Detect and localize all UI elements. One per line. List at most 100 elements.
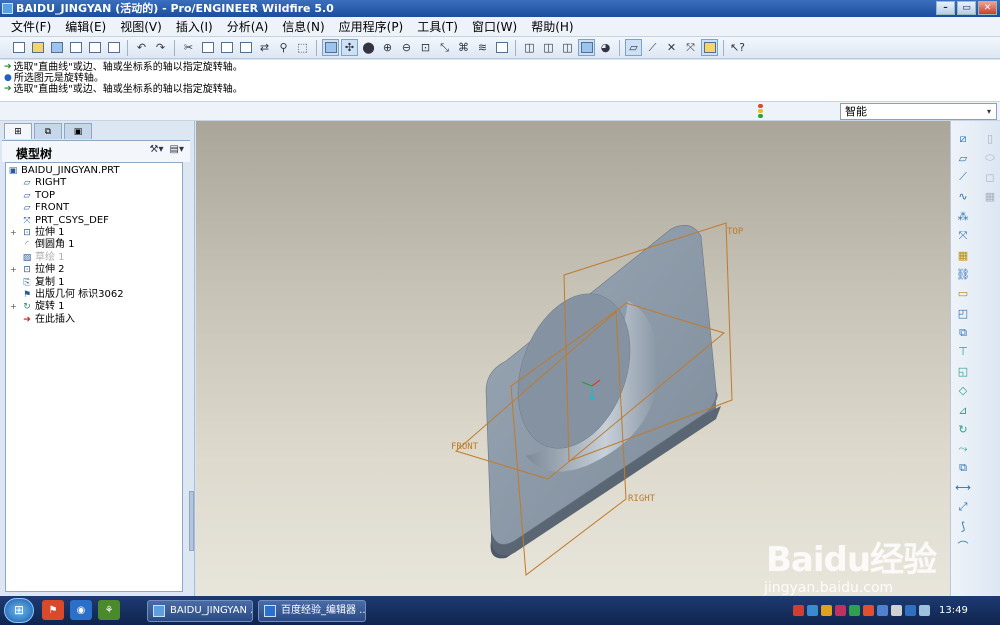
wireframe-icon[interactable]: ◫: [521, 39, 538, 56]
tree-node[interactable]: ◜ 倒圆角 1: [6, 239, 182, 251]
tree-node[interactable]: + ⊡ 拉伸 2: [6, 264, 182, 276]
maximize-button[interactable]: ▭: [957, 1, 976, 15]
expand-toggle-icon[interactable]: +: [10, 301, 18, 313]
find-icon[interactable]: ⚲: [275, 39, 292, 56]
cut-icon[interactable]: ✂: [180, 39, 197, 56]
undo-icon[interactable]: ↶: [133, 39, 150, 56]
panel-splitter[interactable]: [189, 491, 194, 551]
revolve-tool-icon[interactable]: ↻: [954, 420, 972, 439]
sketch-curve-tool-icon[interactable]: ∿: [954, 187, 972, 206]
zoom-out-icon[interactable]: ⊖: [398, 39, 415, 56]
paste-icon[interactable]: [218, 39, 235, 56]
regenerate-icon[interactable]: ⇄: [256, 39, 273, 56]
menu-analysis[interactable]: 分析(A): [220, 17, 276, 37]
open-icon[interactable]: [29, 39, 46, 56]
menu-insert[interactable]: 插入(I): [169, 17, 220, 37]
save-icon[interactable]: [48, 39, 65, 56]
tree-show-icon[interactable]: ▤▾: [170, 144, 184, 155]
tree-node[interactable]: + ↻ 旋转 1: [6, 301, 182, 313]
axis-display-icon[interactable]: ⟋: [644, 39, 661, 56]
menu-view[interactable]: 视图(V): [113, 17, 169, 37]
view-manager-icon[interactable]: [493, 39, 510, 56]
taskbar-task[interactable]: 百度经验_编辑器 ...: [258, 600, 366, 622]
context-help-icon[interactable]: ↖?: [729, 39, 746, 56]
datum-point-tool-icon[interactable]: ⁂: [954, 207, 972, 226]
datum-axis-tool-icon[interactable]: ▱: [954, 148, 972, 167]
reorient-icon[interactable]: ⤡: [436, 39, 453, 56]
csys-tool-icon[interactable]: ⤧: [954, 226, 972, 245]
tree-node[interactable]: ▨ 草绘 1: [6, 252, 182, 264]
quick-launch-icon[interactable]: ◉: [70, 600, 92, 620]
close-button[interactable]: ✕: [978, 1, 997, 15]
no-hidden-icon[interactable]: ◫: [559, 39, 576, 56]
redo-icon[interactable]: ↷: [152, 39, 169, 56]
shading-icon[interactable]: [578, 39, 595, 56]
menu-applications[interactable]: 应用程序(P): [332, 17, 411, 37]
tree-settings-icon[interactable]: ⚒▾: [150, 144, 164, 155]
expand-toggle-icon[interactable]: +: [10, 227, 18, 239]
quick-launch-icon[interactable]: ⚑: [42, 600, 64, 620]
analysis-tool-icon[interactable]: ▦: [954, 245, 972, 264]
print-preview-icon[interactable]: [86, 39, 103, 56]
appearance-icon[interactable]: ⬤: [360, 39, 377, 56]
print-icon[interactable]: [67, 39, 84, 56]
plane-display-icon[interactable]: ▱: [625, 39, 642, 56]
hidden-line-icon[interactable]: ◫: [540, 39, 557, 56]
menu-tools[interactable]: 工具(T): [410, 17, 465, 37]
tree-node[interactable]: ▱ FRONT: [6, 202, 182, 214]
chain-tool-icon[interactable]: ⛓: [954, 265, 972, 284]
tray-icon[interactable]: [863, 605, 874, 616]
draft-tool-icon[interactable]: ⊤: [954, 342, 972, 361]
volume-icon[interactable]: [919, 605, 930, 616]
quick-launch-icon[interactable]: ⚘: [98, 600, 120, 620]
pattern-tool-icon[interactable]: ⌒: [954, 536, 972, 555]
extrude-tool-icon[interactable]: ⊿: [954, 400, 972, 419]
layers-icon[interactable]: ≋: [474, 39, 491, 56]
sweep-tool-icon[interactable]: ⤳: [954, 439, 972, 458]
datum-plane-tool-icon[interactable]: ⧄: [954, 129, 972, 148]
tree-node[interactable]: ➔ 在此插入: [6, 314, 182, 326]
annotation-display-icon[interactable]: [701, 39, 718, 56]
hole-tool-icon[interactable]: ▭: [954, 284, 972, 303]
trim-tool-icon[interactable]: ⟆: [954, 517, 972, 536]
tree-node[interactable]: ▱ RIGHT: [6, 177, 182, 189]
refit-icon[interactable]: ⊡: [417, 39, 434, 56]
tree-node[interactable]: ⤧ PRT_CSYS_DEF: [6, 215, 182, 227]
email-icon[interactable]: [105, 39, 122, 56]
tree-node[interactable]: ▱ TOP: [6, 190, 182, 202]
menu-info[interactable]: 信息(N): [275, 17, 331, 37]
selection-filter-select[interactable]: 智能 ▾: [840, 103, 997, 120]
saved-views-icon[interactable]: ⌘: [455, 39, 472, 56]
tray-icon[interactable]: [793, 605, 804, 616]
menu-file[interactable]: 文件(F): [4, 17, 58, 37]
csys-display-icon[interactable]: ⤧: [682, 39, 699, 56]
zoom-in-icon[interactable]: ⊕: [379, 39, 396, 56]
menu-help[interactable]: 帮助(H): [524, 17, 580, 37]
menu-window[interactable]: 窗口(W): [465, 17, 524, 37]
graphics-viewport[interactable]: TOP FRONT RIGHT Baidu经验 jingyan.baidu.co…: [196, 121, 950, 596]
rib-tool-icon[interactable]: ⧉: [954, 323, 972, 342]
tree-node[interactable]: ⎘ 复制 1: [6, 277, 182, 289]
tray-icon[interactable]: [905, 605, 916, 616]
menu-edit[interactable]: 编辑(E): [58, 17, 113, 37]
tray-icon[interactable]: [835, 605, 846, 616]
tray-icon[interactable]: [877, 605, 888, 616]
tree-node[interactable]: ⚑ 出版几何 标识3062: [6, 289, 182, 301]
shell-tool-icon[interactable]: ◰: [954, 304, 972, 323]
datum-curve-tool-icon[interactable]: ⟋: [954, 168, 972, 187]
tab-folder-browser[interactable]: ⧉: [34, 123, 62, 139]
paste-special-icon[interactable]: [237, 39, 254, 56]
spin-center-icon[interactable]: ✣: [341, 39, 358, 56]
enhanced-realism-icon[interactable]: ◕: [597, 39, 614, 56]
tray-icon[interactable]: [891, 605, 902, 616]
minimize-button[interactable]: –: [936, 1, 955, 15]
tree-node[interactable]: + ⊡ 拉伸 1: [6, 227, 182, 239]
tree-node[interactable]: ▣ BAIDU_JINGYAN.PRT: [6, 165, 182, 177]
tab-model-tree[interactable]: ⊞: [4, 123, 32, 139]
start-button[interactable]: ⊞: [4, 598, 34, 623]
copy-icon[interactable]: [199, 39, 216, 56]
point-display-icon[interactable]: ✕: [663, 39, 680, 56]
merge-tool-icon[interactable]: ⤢: [954, 497, 972, 516]
round-tool-icon[interactable]: ◱: [954, 362, 972, 381]
chamfer-tool-icon[interactable]: ◇: [954, 381, 972, 400]
